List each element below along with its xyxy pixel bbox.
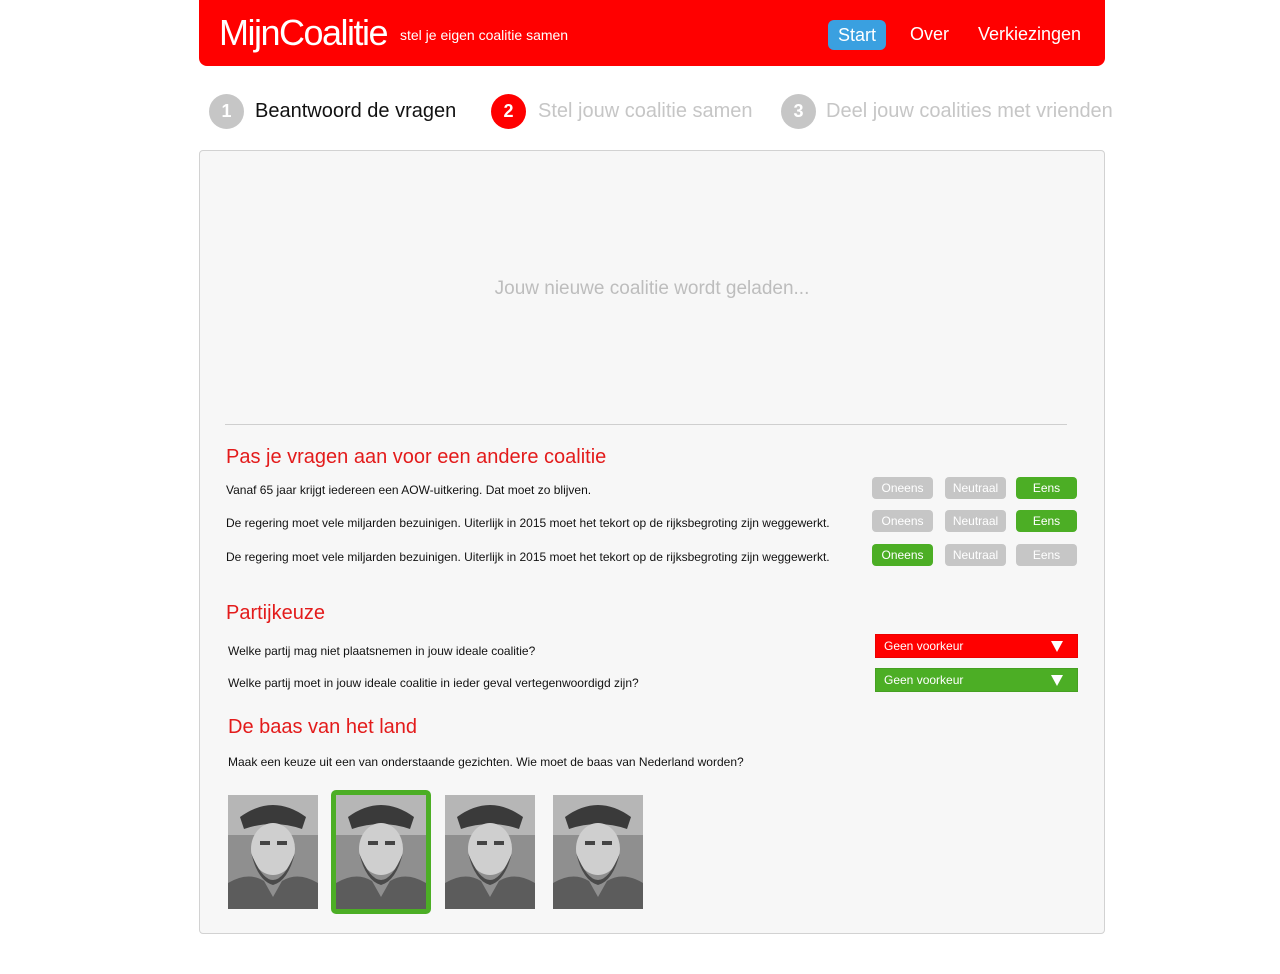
step-3-number[interactable]: 3: [781, 94, 816, 129]
step-2-number[interactable]: 2: [491, 94, 526, 129]
question-1-oneens-button[interactable]: Oneens: [872, 477, 933, 499]
question-2-eens-button[interactable]: Eens: [1016, 510, 1077, 532]
dropdown-arrow-icon: [1051, 675, 1063, 686]
face-option-3[interactable]: [445, 795, 535, 909]
portrait-image: [553, 795, 643, 909]
nav-over-link[interactable]: Over: [910, 24, 949, 45]
face-option-1[interactable]: [228, 795, 318, 909]
question-1-eens-button[interactable]: Eens: [1016, 477, 1077, 499]
main-panel: Jouw nieuwe coalitie wordt geladen... Pa…: [199, 150, 1105, 934]
party-exclude-value: Geen voorkeur: [884, 639, 964, 653]
face-option-4[interactable]: [553, 795, 643, 909]
site-header: MijnCoalitie stel je eigen coalitie same…: [199, 0, 1105, 66]
question-2-oneens-button[interactable]: Oneens: [872, 510, 933, 532]
question-2-text: De regering moet vele miljarden bezuinig…: [226, 516, 830, 530]
face-option-2-selected[interactable]: [331, 790, 431, 914]
party-section-title: Partijkeuze: [226, 602, 325, 624]
question-3-oneens-button[interactable]: Oneens: [872, 544, 933, 566]
divider: [225, 424, 1067, 425]
boss-section-title: De baas van het land: [228, 716, 418, 738]
step-1-number[interactable]: 1: [209, 94, 244, 129]
party-exclude-select[interactable]: Geen voorkeur: [875, 634, 1078, 658]
question-2-neutraal-button[interactable]: Neutraal: [945, 510, 1006, 532]
site-logo[interactable]: MijnCoalitie: [219, 12, 389, 54]
step-1-label[interactable]: Beantwoord de vragen: [255, 100, 456, 123]
question-3-neutraal-button[interactable]: Neutraal: [945, 544, 1006, 566]
questions-section-title: Pas je vragen aan voor een andere coalit…: [226, 446, 607, 468]
party-include-select[interactable]: Geen voorkeur: [875, 668, 1078, 692]
question-3-eens-button[interactable]: Eens: [1016, 544, 1077, 566]
loading-message: Jouw nieuwe coalitie wordt geladen...: [494, 278, 810, 299]
step-2-label[interactable]: Stel jouw coalitie samen: [538, 100, 753, 123]
question-1-neutraal-button[interactable]: Neutraal: [945, 477, 1006, 499]
party-include-question: Welke partij moet in jouw ideale coaliti…: [228, 676, 639, 690]
boss-section-prompt: Maak een keuze uit een van onderstaande …: [228, 755, 744, 769]
party-include-value: Geen voorkeur: [884, 673, 964, 687]
dropdown-arrow-icon: [1051, 641, 1063, 652]
portrait-image: [336, 795, 426, 909]
step-3-label[interactable]: Deel jouw coalities met vrienden: [826, 100, 1113, 123]
nav-start-button[interactable]: Start: [828, 20, 886, 50]
portrait-image: [445, 795, 535, 909]
party-exclude-question: Welke partij mag niet plaatsnemen in jou…: [228, 644, 536, 658]
site-tagline: stel je eigen coalitie samen: [400, 27, 569, 43]
question-1-text: Vanaf 65 jaar krijgt iedereen een AOW-ui…: [226, 483, 592, 497]
portrait-image: [228, 795, 318, 909]
nav-verkiezingen-link[interactable]: Verkiezingen: [978, 24, 1081, 45]
question-3-text: De regering moet vele miljarden bezuinig…: [226, 550, 830, 564]
